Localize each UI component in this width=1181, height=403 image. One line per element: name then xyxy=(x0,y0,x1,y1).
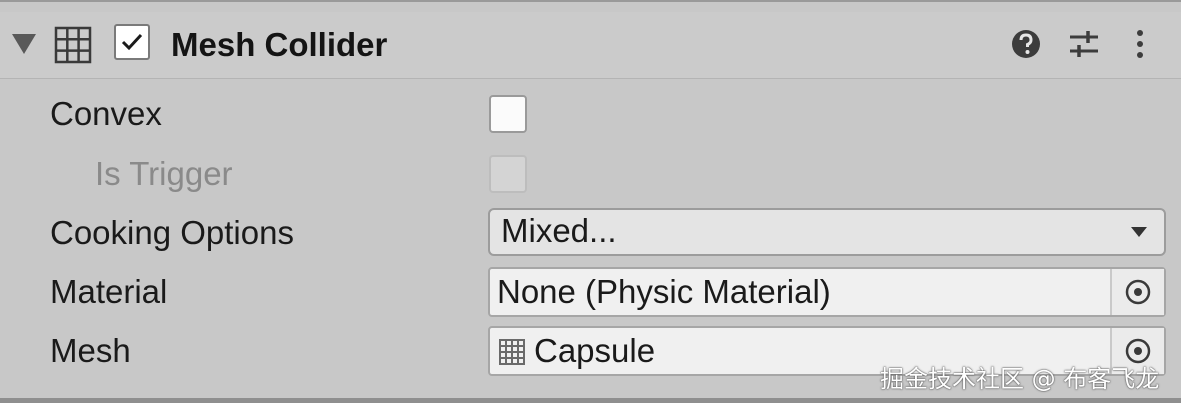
presets-icon[interactable] xyxy=(1066,26,1102,62)
convex-label: Convex xyxy=(50,95,162,132)
checkmark-icon xyxy=(121,33,143,51)
more-options-icon[interactable] xyxy=(1122,26,1158,62)
foldout-arrow-icon[interactable] xyxy=(12,34,36,54)
material-value: None (Physic Material) xyxy=(497,273,831,310)
component-enabled-checkbox[interactable] xyxy=(114,24,150,60)
mesh-grid-icon xyxy=(499,339,525,365)
mesh-grid-icon xyxy=(54,26,92,64)
cooking-options-value: Mixed... xyxy=(501,212,617,249)
material-label: Material xyxy=(50,273,168,310)
is-trigger-label: Is Trigger xyxy=(95,155,233,192)
help-icon[interactable] xyxy=(1008,26,1044,62)
cooking-options-dropdown[interactable]: Mixed... xyxy=(488,208,1166,256)
object-picker-icon xyxy=(1125,279,1151,305)
mesh-label: Mesh xyxy=(50,332,131,369)
material-picker-button[interactable] xyxy=(1110,269,1164,315)
mesh-value: Capsule xyxy=(534,332,656,369)
cooking-options-label: Cooking Options xyxy=(50,214,294,251)
watermark: 掘金技术社区 @ 布客飞龙 xyxy=(880,365,1160,393)
dropdown-arrow-icon xyxy=(1131,227,1147,237)
is-trigger-checkbox xyxy=(489,155,527,193)
component-title: Mesh Collider xyxy=(171,26,388,63)
convex-checkbox[interactable] xyxy=(489,95,527,133)
component-header[interactable]: Mesh Collider xyxy=(0,12,1181,79)
material-object-field[interactable]: None (Physic Material) xyxy=(488,267,1166,317)
mesh-collider-inspector: Mesh Collider Convex Is Trigger Cooking … xyxy=(0,0,1181,403)
